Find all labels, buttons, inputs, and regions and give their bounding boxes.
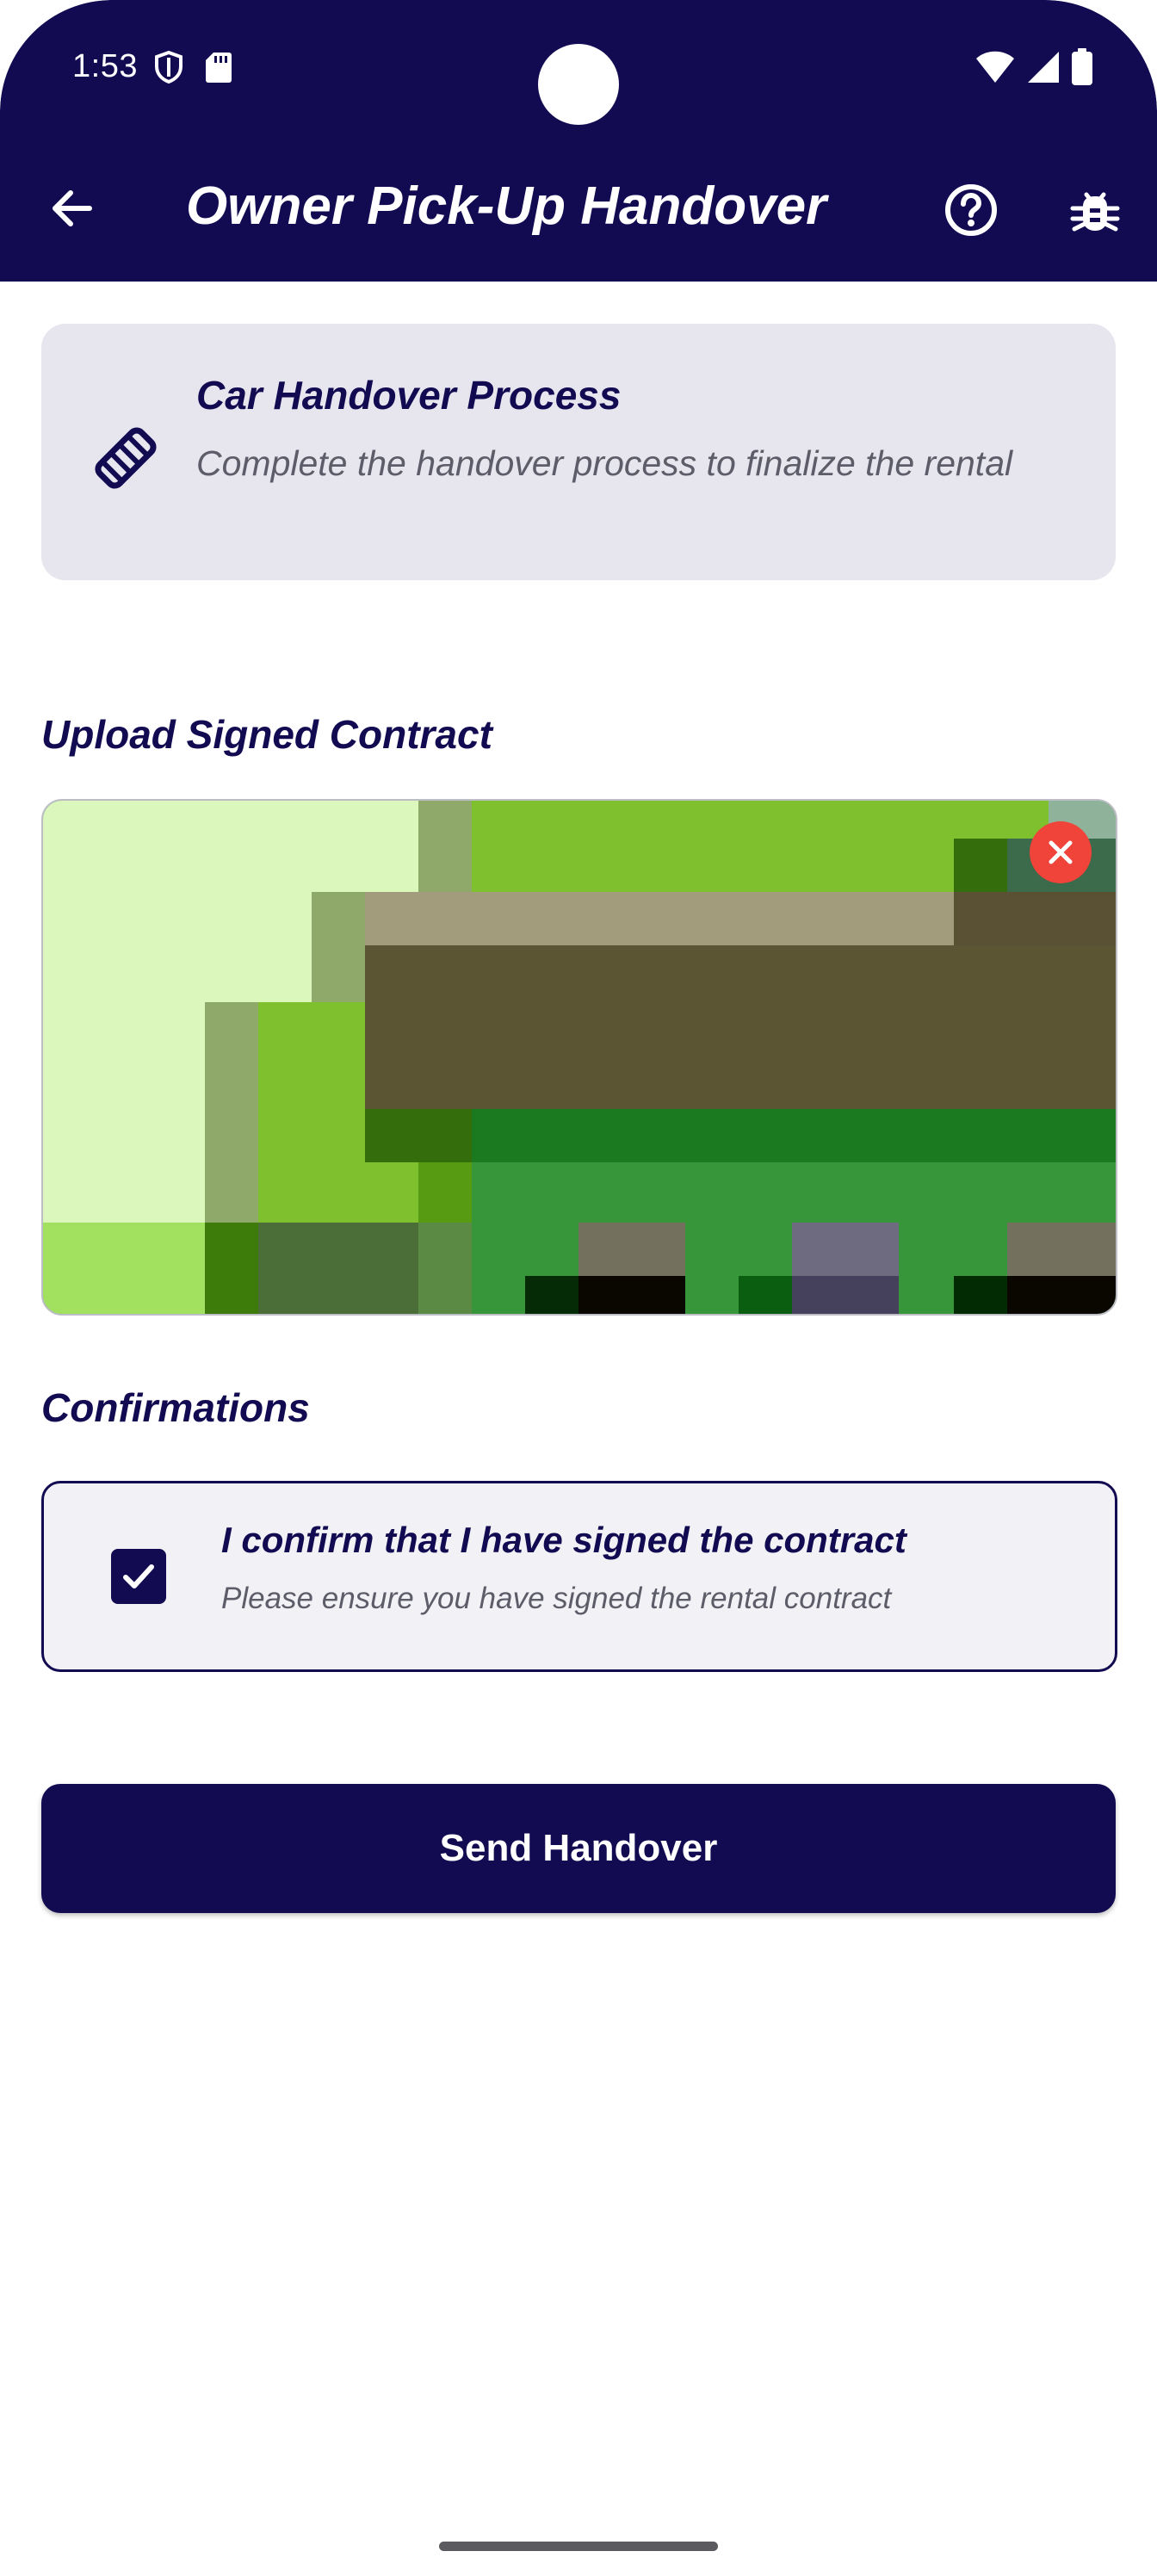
confirmation-item[interactable]: I confirm that I have signed the contrac… bbox=[41, 1481, 1117, 1672]
status-time: 1:53 bbox=[72, 48, 138, 84]
help-button[interactable] bbox=[944, 183, 999, 238]
confirmation-subtitle: Please ensure you have signed the rental… bbox=[221, 1582, 892, 1615]
camera-cutout bbox=[538, 44, 619, 125]
shield-icon bbox=[153, 50, 184, 89]
arrow-back-icon bbox=[53, 190, 92, 226]
back-button[interactable] bbox=[45, 181, 100, 236]
help-circle-icon bbox=[945, 184, 997, 236]
confirmation-title: I confirm that I have signed the contrac… bbox=[221, 1520, 906, 1560]
wifi-icon bbox=[974, 50, 1016, 89]
signal-icon bbox=[1026, 50, 1061, 89]
info-card: Car Handover Process Complete the handov… bbox=[41, 324, 1116, 580]
send-handover-button[interactable]: Send Handover bbox=[41, 1784, 1116, 1913]
app-screen: 1:53 Owner Pick-Up Handover Car Handover… bbox=[0, 0, 1157, 2576]
debug-button[interactable] bbox=[1067, 183, 1123, 238]
confirmations-label: Confirmations bbox=[41, 1385, 310, 1430]
contract-image-preview[interactable] bbox=[41, 799, 1117, 1316]
battery-icon bbox=[1071, 48, 1093, 90]
info-card-description: Complete the handover process to finaliz… bbox=[196, 443, 1013, 483]
page-title: Owner Pick-Up Handover bbox=[186, 176, 827, 236]
status-left-icons bbox=[153, 50, 232, 89]
sd-card-icon bbox=[205, 51, 232, 88]
remove-image-button[interactable] bbox=[1030, 821, 1092, 883]
close-icon bbox=[1049, 840, 1073, 864]
bug-icon bbox=[1070, 192, 1120, 232]
checkmark-icon bbox=[123, 1564, 154, 1588]
handshake-icon bbox=[86, 418, 165, 498]
top-bar: 1:53 Owner Pick-Up Handover bbox=[0, 0, 1157, 282]
home-indicator[interactable] bbox=[439, 2542, 718, 2551]
status-right-icons bbox=[974, 48, 1093, 90]
contract-image bbox=[43, 801, 1116, 1314]
confirm-signed-checkbox[interactable] bbox=[111, 1549, 166, 1604]
upload-section-label: Upload Signed Contract bbox=[41, 712, 492, 757]
info-card-title: Car Handover Process bbox=[196, 373, 622, 418]
